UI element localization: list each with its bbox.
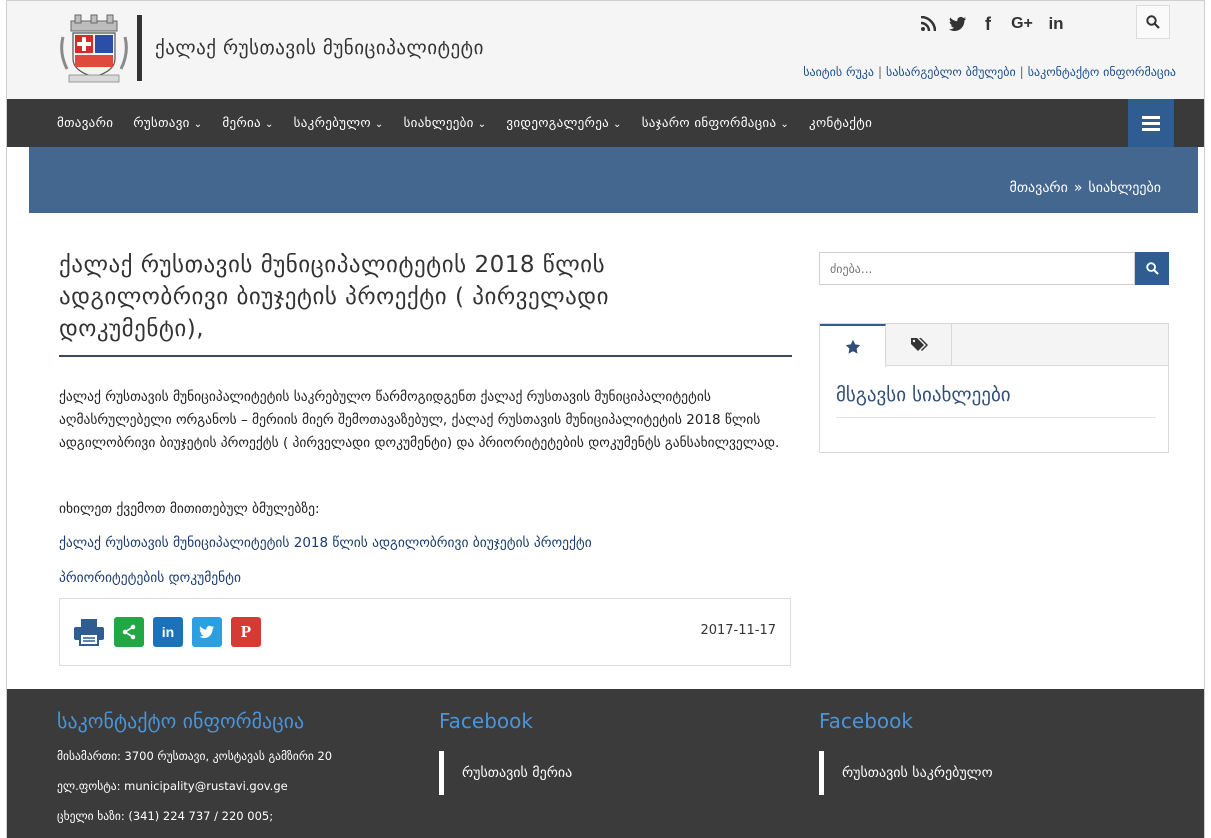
search-icon <box>1145 262 1159 275</box>
footer-address: მისამართი: 3700 რუსთავი, კოსტავას გამზირ… <box>57 749 333 763</box>
rss-icon[interactable] <box>913 9 943 39</box>
priorities-document-link[interactable]: პრიორიტეტების დოკუმენტი <box>59 570 241 586</box>
breadcrumb-current: სიახლეები <box>1088 180 1161 196</box>
chevron-down-icon: ⌄ <box>193 118 203 130</box>
footer-facebook-link-council[interactable]: რუსთავის საკრებულო <box>819 751 993 795</box>
top-links: საიტის რუკა | სასარგებლო ბმულები | საკონტაქტ… <box>803 65 1176 79</box>
header-search-button[interactable] <box>1136 5 1170 39</box>
nav-item-public-info[interactable]: საჯარო ინფორმაცია ⌄ <box>642 116 789 131</box>
footer-email[interactable]: ელ.ფოსტა: municipality@rustavi.gov.ge <box>57 779 332 793</box>
article-body: ქალაქ რუსთავის მუნიციპალიტეტის საკრებულო… <box>59 389 780 451</box>
top-link-useful-links[interactable]: სასარგებლო ბმულები <box>886 65 1016 79</box>
nav-item-video-gallery[interactable]: ვიდეოგალერეა ⌄ <box>506 116 621 131</box>
hamburger-icon <box>1142 115 1160 119</box>
breadcrumb: მთავარი » სიახლეები <box>1010 180 1162 196</box>
footer-facebook-link-city-hall[interactable]: რუსთავის მერია <box>439 751 572 795</box>
star-icon <box>845 339 860 354</box>
twitter-icon <box>199 625 214 639</box>
top-link-contact-info[interactable]: საკონტაქტო ინფორმაცია <box>1028 65 1176 79</box>
main-nav: მთავარი რუსთავი ⌄ მერია ⌄ საკრებულო ⌄ სიახლ… <box>7 99 1204 147</box>
sidebar-tab-panel: მსგავსი სიახლეები <box>819 323 1169 453</box>
pinterest-share-button[interactable]: P <box>231 617 261 647</box>
share-button[interactable] <box>114 617 144 647</box>
sidebar-search-field[interactable] <box>819 252 1135 285</box>
footer-facebook-title-1: Facebook <box>439 709 533 733</box>
linkedin-icon: in <box>161 624 175 640</box>
linkedin-icon[interactable]: in <box>1041 9 1071 39</box>
article-date: 2017-11-17 <box>700 623 776 638</box>
sidebar-tabs <box>820 324 1168 367</box>
nav-item-home[interactable]: მთავარი <box>57 116 113 131</box>
chevron-down-icon: ⌄ <box>374 118 384 130</box>
site-title[interactable]: ქალაქ რუსთავის მუნიციპალიტეტი <box>155 37 484 59</box>
chevron-down-icon: ⌄ <box>613 118 622 130</box>
pinterest-icon: P <box>240 622 252 641</box>
printer-icon <box>74 619 104 646</box>
breadcrumb-band: მთავარი » სიახლეები <box>29 147 1198 213</box>
nav-item-news[interactable]: სიახლეები ⌄ <box>404 116 487 131</box>
breadcrumb-separator: » <box>1073 180 1083 196</box>
footer-facebook-title-2: Facebook <box>819 709 913 733</box>
city-coat-of-arms-logo[interactable] <box>57 13 131 85</box>
top-link-sitemap[interactable]: საიტის რუკა <box>803 65 874 79</box>
breadcrumb-home[interactable]: მთავარი <box>1010 180 1068 196</box>
footer-contact-column: საკონტაქტო ინფორმაცია მისამართი: 3700 რუ… <box>57 709 332 823</box>
footer-facebook-column-1: Facebook <box>439 709 533 733</box>
nav-item-city-hall[interactable]: მერია ⌄ <box>222 116 273 131</box>
page-frame: ქალაქ რუსთავის მუნიციპალიტეტი f G+ in სა… <box>6 0 1205 838</box>
sidebar-search-input[interactable] <box>820 253 1134 284</box>
title-divider <box>59 355 792 357</box>
chevron-down-icon: ⌄ <box>477 118 487 130</box>
budget-project-link[interactable]: ქალაქ რუსთავის მუნიციპალიტეტის 2018 წლის… <box>59 535 592 551</box>
site-header: ქალაქ რუსთავის მუნიციპალიტეტი f G+ in სა… <box>7 1 1204 99</box>
chevron-down-icon: ⌄ <box>264 118 274 130</box>
sidebar-search-button[interactable] <box>1135 252 1169 285</box>
google-plus-icon[interactable]: G+ <box>1003 9 1041 39</box>
tab-divider <box>836 417 1156 418</box>
linkedin-share-button[interactable]: in <box>153 617 183 647</box>
chevron-down-icon: ⌄ <box>780 118 790 130</box>
nav-item-council[interactable]: საკრებულო ⌄ <box>294 116 384 131</box>
site-footer: საკონტაქტო ინფორმაცია მისამართი: 3700 რუ… <box>7 689 1204 838</box>
tags-icon <box>910 338 928 351</box>
print-button[interactable] <box>73 617 105 647</box>
twitter-share-button[interactable] <box>192 617 222 647</box>
facebook-icon[interactable]: f <box>973 9 1003 39</box>
logo-divider <box>137 15 142 81</box>
footer-contact-title: საკონტაქტო ინფორმაცია <box>57 709 305 733</box>
footer-facebook-column-2: Facebook <box>819 709 913 733</box>
hamburger-menu-button[interactable] <box>1128 99 1174 147</box>
nav-item-contact[interactable]: კონტაქტი <box>809 116 872 131</box>
footer-phone: ცხელი ხაზი: (341) 224 737 / 220 005; <box>57 809 274 823</box>
related-news-heading: მსგავსი სიახლეები <box>836 384 1011 406</box>
article-title: ქალაქ რუსთავის მუნიციპალიტეტის 2018 წლის… <box>59 252 609 342</box>
search-icon <box>1146 15 1160 29</box>
tab-tags[interactable] <box>886 324 952 366</box>
tab-popular[interactable] <box>820 324 886 367</box>
share-bar: in P 2017-11-17 <box>59 598 791 666</box>
nav-item-rustavi[interactable]: რუსთავი ⌄ <box>133 116 202 131</box>
social-links: f G+ in <box>913 7 1071 41</box>
article-links-note: იხილეთ ქვემოთ მითითებულ ბმულებზე: <box>59 501 320 517</box>
twitter-icon[interactable] <box>943 9 973 39</box>
share-icon <box>122 624 136 640</box>
